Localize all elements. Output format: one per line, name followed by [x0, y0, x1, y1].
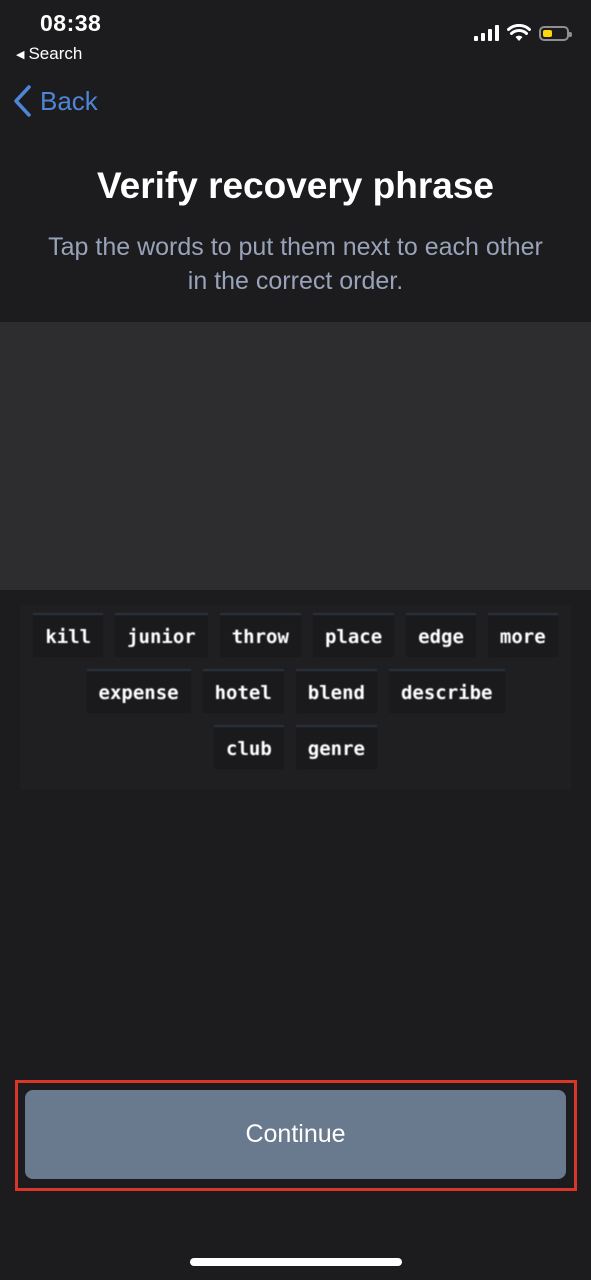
- word-chip[interactable]: more: [487, 613, 558, 657]
- status-time: 08:38: [40, 10, 102, 36]
- word-chip[interactable]: throw: [219, 613, 301, 657]
- page-subtitle: Tap the words to put them next to each o…: [48, 233, 543, 295]
- word-bank: kill junior throw place edge more expens…: [20, 605, 571, 790]
- selected-words-area[interactable]: [0, 322, 591, 590]
- cellular-signal-icon: [474, 25, 499, 41]
- status-icons: [474, 24, 572, 42]
- word-chip[interactable]: kill: [33, 613, 104, 657]
- back-button[interactable]: Back: [12, 84, 98, 118]
- back-to-app-link[interactable]: ◀ Search: [16, 44, 82, 64]
- word-chip[interactable]: genre: [295, 725, 377, 769]
- wifi-icon: [507, 24, 531, 41]
- word-chip[interactable]: place: [312, 613, 395, 657]
- word-chip[interactable]: hotel: [202, 669, 284, 713]
- word-chip[interactable]: club: [214, 725, 284, 769]
- back-triangle-icon: ◀: [16, 48, 25, 61]
- word-chip[interactable]: junior: [115, 613, 208, 657]
- screen: 08:38 ◀ Search Back Verify recovery phra…: [0, 0, 591, 1280]
- word-chip[interactable]: edge: [406, 613, 476, 657]
- word-row: expense hotel blend describe: [20, 669, 571, 713]
- back-button-label: Back: [40, 85, 98, 116]
- word-chip[interactable]: blend: [295, 669, 377, 713]
- back-to-app-label: Search: [28, 44, 83, 63]
- word-chip[interactable]: expense: [86, 669, 191, 713]
- page-title: Verify recovery phrase: [97, 165, 494, 206]
- word-row: kill junior throw place edge more: [20, 613, 571, 657]
- chevron-left-icon: [14, 85, 31, 117]
- battery-icon: [539, 25, 572, 41]
- word-chip[interactable]: describe: [388, 669, 505, 713]
- continue-button[interactable]: Continue: [25, 1090, 566, 1179]
- home-indicator[interactable]: [190, 1258, 402, 1266]
- word-row: club genre: [20, 725, 571, 769]
